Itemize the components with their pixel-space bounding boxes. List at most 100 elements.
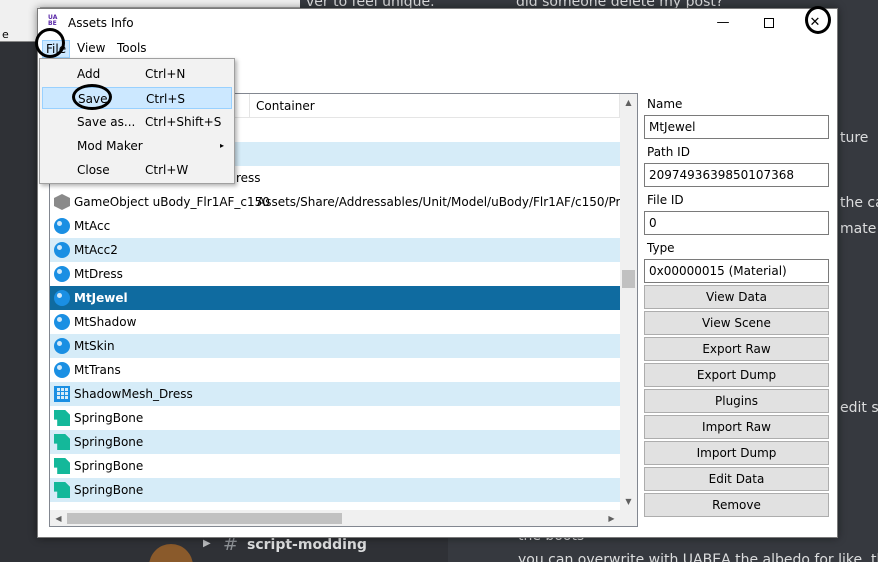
menu-item-label: Close (77, 163, 110, 177)
table-row[interactable]: SpringBone (50, 406, 620, 430)
view-scene-button[interactable]: View Scene (644, 311, 829, 335)
table-row[interactable]: SpringBone (50, 454, 620, 478)
table-row[interactable]: GameObject uBody_Flr1AF_c150 Assets/Share… (50, 190, 620, 214)
row-name: MtAcc (74, 219, 111, 233)
material-icon (54, 290, 70, 306)
export-raw-button[interactable]: Export Raw (644, 337, 829, 361)
file-id-label: File ID (647, 193, 684, 207)
chat-text-line: ture (840, 130, 869, 146)
table-row[interactable]: MtJewel (50, 286, 620, 310)
chevron-right-icon: ▶ (203, 538, 211, 549)
chat-text-line: the ca (840, 195, 878, 211)
background-toolbar (40, 0, 300, 8)
title-bar[interactable]: UA BE Assets Info — ✕ (38, 9, 837, 37)
table-row[interactable]: MtAcc2 (50, 238, 620, 262)
menu-tools[interactable]: Tools (114, 40, 150, 56)
channel-name: script-modding (247, 537, 367, 553)
menu-item-shortcut: Ctrl+Shift+S (145, 115, 222, 129)
menu-view[interactable]: View (74, 40, 108, 56)
type-label: Type (647, 241, 675, 255)
view-data-button[interactable]: View Data (644, 285, 829, 309)
vertical-scrollbar[interactable]: ▲ ▼ (620, 94, 637, 510)
menu-item-close[interactable]: Close Ctrl+W (42, 159, 232, 181)
menu-item-shortcut: Ctrl+W (145, 163, 189, 177)
table-row[interactable]: MtAcc (50, 214, 620, 238)
file-id-field[interactable]: 0 (644, 211, 829, 235)
menu-item-label: Mod Maker (77, 139, 143, 153)
menu-file[interactable]: File (42, 40, 71, 58)
uabe-app-icon: UA BE (48, 14, 58, 27)
type-field[interactable]: 0x00000015 (Material) (644, 259, 829, 283)
row-name: MtAcc2 (74, 243, 118, 257)
monobehaviour-icon (54, 434, 70, 450)
row-name: MtShadow (74, 315, 137, 329)
column-header-container[interactable]: Container (250, 94, 620, 118)
menu-item-label: Add (77, 67, 101, 81)
horizontal-scroll-thumb[interactable] (67, 513, 342, 524)
row-name: SpringBone (74, 435, 144, 449)
menu-item-shortcut: Ctrl+N (145, 67, 186, 81)
menu-item-add[interactable]: Add Ctrl+N (42, 63, 232, 85)
material-icon (54, 218, 70, 234)
material-icon (54, 314, 70, 330)
chat-text-line: edit s (840, 400, 878, 416)
row-container: Assets/Share/Addressables/Unit/Model/uBo… (257, 195, 620, 209)
row-name: MtDress (74, 267, 123, 281)
export-dump-button[interactable]: Export Dump (644, 363, 829, 387)
background-window-fragment: e (2, 28, 9, 41)
menu-item-label: Save as... (77, 115, 136, 129)
material-icon (54, 242, 70, 258)
row-name: MtTrans (74, 363, 121, 377)
row-name: SpringBone (74, 483, 144, 497)
server-avatar (149, 544, 193, 562)
scroll-left-arrow-icon[interactable]: ◀ (50, 510, 67, 526)
scroll-down-arrow-icon[interactable]: ▼ (620, 493, 637, 510)
table-row[interactable]: MtDress (50, 262, 620, 286)
minimize-button[interactable]: — (700, 9, 746, 37)
import-raw-button[interactable]: Import Raw (644, 415, 829, 439)
close-button[interactable]: ✕ (792, 9, 838, 37)
file-menu-dropdown: Add Ctrl+N Save Ctrl+S Save as... Ctrl+Shift+… (39, 58, 235, 184)
monobehaviour-icon (54, 458, 70, 474)
row-name: MtJewel (74, 291, 128, 305)
maximize-icon (764, 17, 774, 28)
table-row[interactable]: SpringBone (50, 478, 620, 502)
name-field[interactable]: MtJewel (644, 115, 829, 139)
chat-text-line: you can overwrite with UABEA the albedo … (518, 552, 878, 562)
row-name: ress (236, 171, 261, 185)
path-id-field[interactable]: 2097493639850107368 (644, 163, 829, 187)
table-row[interactable]: MtTrans (50, 358, 620, 382)
path-id-label: Path ID (647, 145, 690, 159)
import-dump-button[interactable]: Import Dump (644, 441, 829, 465)
scroll-up-arrow-icon[interactable]: ▲ (620, 94, 637, 111)
row-name: SpringBone (74, 459, 144, 473)
table-row[interactable]: MtSkin (50, 334, 620, 358)
submenu-arrow-icon: ▸ (220, 141, 225, 150)
table-row[interactable]: SpringBone (50, 430, 620, 454)
horizontal-scrollbar[interactable]: ◀ ▶ (50, 510, 620, 526)
window-title: Assets Info (68, 16, 134, 30)
chat-text-line: mate (840, 221, 877, 237)
menu-item-save[interactable]: Save Ctrl+S (42, 87, 232, 109)
vertical-scroll-thumb[interactable] (622, 270, 635, 288)
maximize-button[interactable] (746, 9, 792, 37)
row-name: SpringBone (74, 411, 144, 425)
menu-item-shortcut: Ctrl+S (146, 92, 186, 106)
menu-item-save-as[interactable]: Save as... Ctrl+Shift+S (42, 111, 232, 133)
material-icon (54, 362, 70, 378)
material-icon (54, 338, 70, 354)
monobehaviour-icon (54, 482, 70, 498)
menu-item-label: Save (78, 92, 108, 106)
menu-bar: File View Tools (38, 37, 837, 59)
remove-button[interactable]: Remove (644, 493, 829, 517)
mesh-icon (54, 386, 70, 402)
table-row[interactable]: MtShadow (50, 310, 620, 334)
name-label: Name (647, 97, 683, 111)
edit-data-button[interactable]: Edit Data (644, 467, 829, 491)
plugins-button[interactable]: Plugins (644, 389, 829, 413)
scroll-right-arrow-icon[interactable]: ▶ (603, 510, 620, 526)
table-row[interactable]: ShadowMesh_Dress (50, 382, 620, 406)
row-name: GameObject uBody_Flr1AF_c150 (74, 195, 270, 209)
menu-item-mod-maker[interactable]: Mod Maker ▸ (42, 135, 232, 157)
row-name: MtSkin (74, 339, 115, 353)
